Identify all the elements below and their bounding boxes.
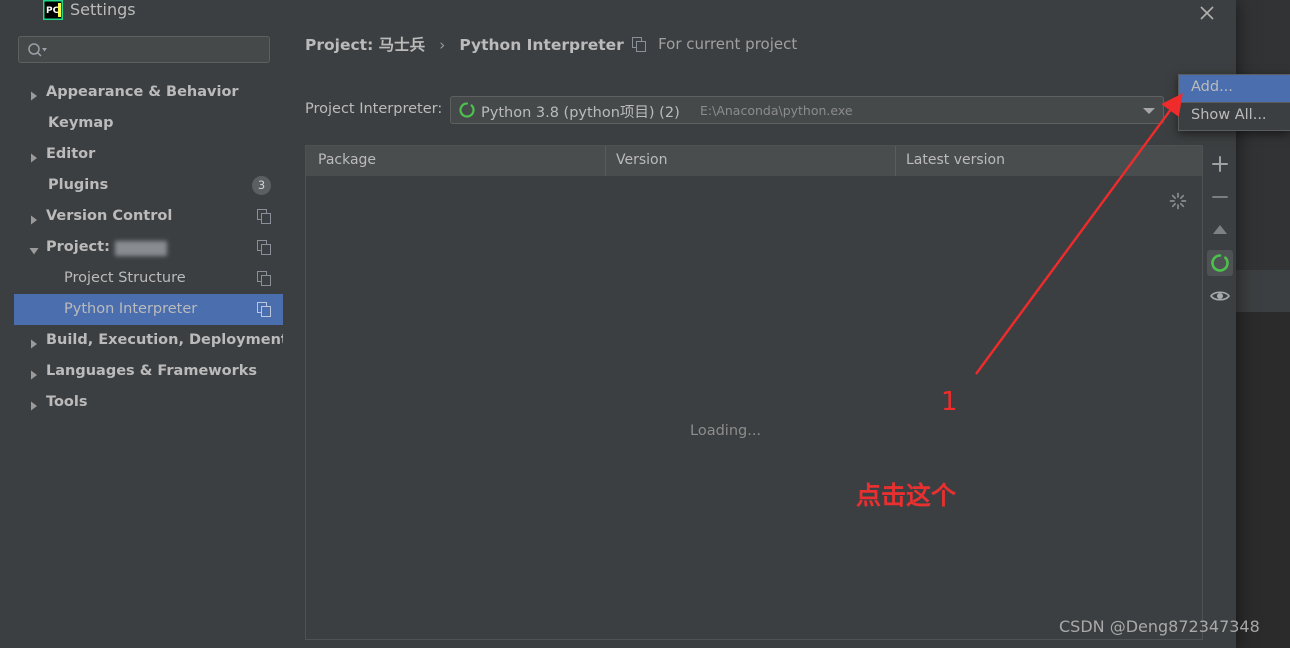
sidebar-item-label: Version Control	[46, 208, 173, 224]
ide-right-strip-upper	[1236, 0, 1290, 270]
popup-item-label: Add...	[1191, 79, 1233, 95]
sidebar-item-label: Tools	[46, 394, 88, 410]
copy-icon	[257, 302, 272, 317]
settings-main-panel: Project: 马士兵 › Python Interpreter For cu…	[283, 20, 1236, 648]
sidebar-item-label: Plugins	[48, 177, 109, 193]
settings-sidebar: Appearance & Behavior Keymap Editor Plug…	[14, 20, 288, 648]
column-header-latest-version[interactable]: Latest version	[906, 152, 1005, 168]
sidebar-item-label: Project Structure	[64, 270, 186, 286]
package-table-toolbar	[1203, 145, 1236, 640]
loading-spinner-icon	[1168, 191, 1188, 211]
sidebar-item-label: Build, Execution, Deployment	[46, 332, 288, 348]
chevron-right-icon	[28, 366, 40, 380]
search-input[interactable]	[53, 41, 263, 61]
redacted-project-name	[115, 241, 167, 256]
loading-text: Loading...	[690, 423, 762, 439]
interpreter-popup-menu: Add... Show All...	[1178, 74, 1290, 131]
add-package-button[interactable]	[1207, 151, 1233, 177]
annotation-number-1: 1	[941, 387, 958, 417]
popup-item-add[interactable]: Add...	[1179, 75, 1290, 102]
sidebar-tree: Appearance & Behavior Keymap Editor Plug…	[14, 77, 288, 418]
column-divider[interactable]	[895, 146, 896, 176]
sidebar-item-version-control[interactable]: Version Control	[14, 201, 283, 232]
breadcrumb: Project: 马士兵 › Python Interpreter	[305, 33, 624, 57]
copy-icon	[257, 209, 272, 224]
upgrade-package-button[interactable]	[1207, 217, 1233, 243]
sidebar-item-languages-frameworks[interactable]: Languages & Frameworks	[14, 356, 283, 387]
sidebar-item-label: Keymap	[48, 115, 114, 131]
interpreter-name: Python 3.8 (python项目) (2)	[481, 105, 680, 121]
copy-icon	[257, 240, 272, 255]
page-title: Python Interpreter	[459, 36, 624, 54]
show-early-releases-button[interactable]	[1207, 283, 1233, 309]
svg-text:PC: PC	[46, 6, 60, 16]
sidebar-item-label: Appearance & Behavior	[46, 84, 239, 100]
column-header-version[interactable]: Version	[616, 152, 667, 168]
chevron-right-icon	[28, 149, 40, 163]
interpreter-label: Project Interpreter:	[305, 101, 443, 117]
conda-env-icon	[459, 102, 475, 118]
copy-icon	[632, 37, 647, 52]
csdn-watermark: CSDN @Deng872347348	[1059, 617, 1260, 636]
project-interpreter-combobox[interactable]: Python 3.8 (python项目) (2) E:\Anaconda\py…	[450, 96, 1164, 124]
chevron-right-icon	[28, 87, 40, 101]
chevron-right-icon	[28, 211, 40, 225]
remove-package-button[interactable]	[1207, 184, 1233, 210]
ide-right-strip-highlight	[1236, 270, 1290, 312]
table-header-row: Package Version Latest version	[306, 146, 1202, 177]
sidebar-item-tools[interactable]: Tools	[14, 387, 283, 418]
plugins-count-badge: 3	[252, 176, 271, 195]
sidebar-item-plugins[interactable]: Plugins 3	[14, 170, 283, 201]
sidebar-item-appearance-behavior[interactable]: Appearance & Behavior	[14, 77, 283, 108]
breadcrumb-project[interactable]: Project: 马士兵	[305, 36, 425, 54]
search-box[interactable]	[18, 36, 270, 63]
sidebar-item-label: Languages & Frameworks	[46, 363, 258, 379]
sidebar-item-python-interpreter[interactable]: Python Interpreter	[14, 294, 283, 325]
dialog-title: Settings	[70, 0, 136, 19]
sidebar-item-editor[interactable]: Editor	[14, 139, 283, 170]
chevron-right-icon	[28, 335, 40, 349]
annotation-click-this: 点击这个	[856, 481, 957, 510]
for-current-project-label: For current project	[658, 35, 798, 53]
sidebar-item-project[interactable]: Project:	[14, 232, 283, 263]
sidebar-item-build-execution-deployment[interactable]: Build, Execution, Deployment	[14, 325, 288, 356]
chevron-down-icon[interactable]	[1143, 108, 1155, 114]
settings-dialog: PC Settings Appearance & Behavior Keymap…	[0, 0, 1236, 648]
sidebar-item-label: Python Interpreter	[64, 301, 198, 317]
package-table: Package Version Latest version Loading..…	[305, 145, 1203, 640]
chevron-right-icon	[28, 397, 40, 411]
column-header-package[interactable]: Package	[318, 152, 376, 168]
sidebar-item-label: Editor	[46, 146, 96, 162]
sidebar-item-label: Project:	[46, 239, 110, 255]
search-icon	[27, 42, 49, 58]
table-body: Loading...	[306, 176, 1202, 639]
copy-icon	[257, 271, 272, 286]
column-divider[interactable]	[605, 146, 606, 176]
breadcrumb-separator: ›	[439, 36, 446, 54]
pycharm-icon: PC	[43, 0, 63, 20]
popup-item-label: Show All...	[1191, 107, 1267, 123]
chevron-down-icon	[28, 242, 40, 255]
sidebar-item-keymap[interactable]: Keymap	[14, 108, 283, 139]
for-current-project: For current project	[632, 34, 797, 53]
sidebar-item-project-structure[interactable]: Project Structure	[14, 263, 283, 294]
refresh-button[interactable]	[1207, 250, 1233, 276]
interpreter-path: E:\Anaconda\python.exe	[700, 103, 853, 118]
popup-item-show-all[interactable]: Show All...	[1179, 103, 1290, 130]
interpreter-row: Project Interpreter: Python 3.8 (python项…	[283, 92, 1236, 128]
